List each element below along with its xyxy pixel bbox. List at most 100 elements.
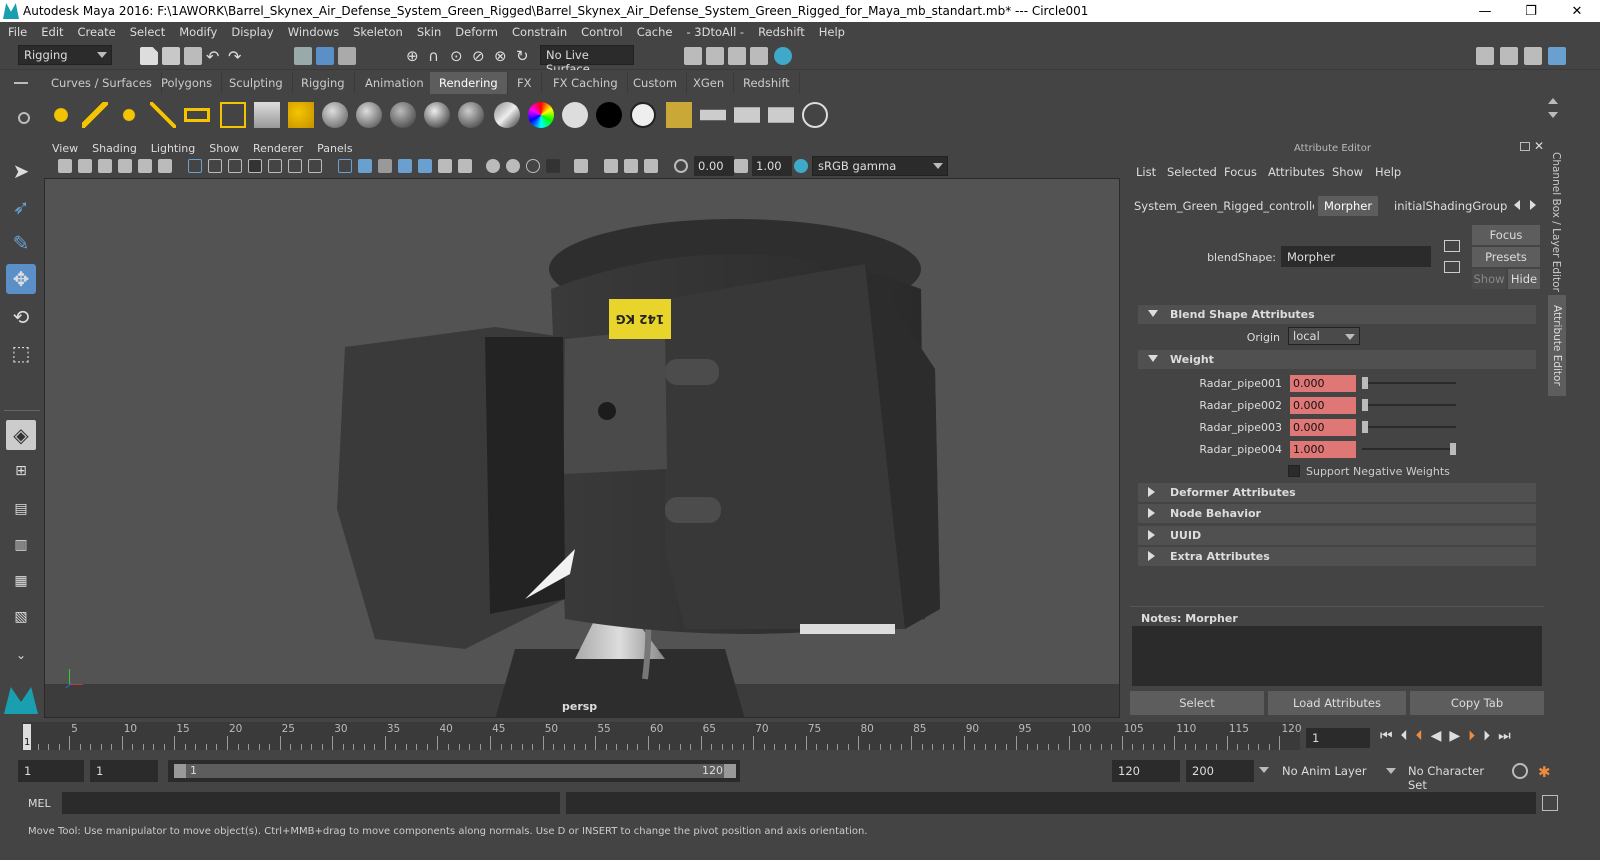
- workspace-icon[interactable]: [1476, 47, 1494, 65]
- lambert-material-icon[interactable]: [322, 102, 348, 128]
- notes-textarea[interactable]: [1132, 626, 1542, 686]
- shelf-tab-fx[interactable]: FX: [508, 72, 542, 94]
- ae-menu-show[interactable]: Show: [1332, 165, 1363, 179]
- select-object-icon[interactable]: [316, 47, 334, 65]
- wireframe-on-shaded-icon[interactable]: [378, 159, 392, 173]
- menu-select[interactable]: Select: [130, 25, 165, 39]
- range-start-handle[interactable]: [174, 764, 186, 778]
- menu-display[interactable]: Display: [231, 25, 273, 39]
- weight-slider-track[interactable]: [1362, 448, 1456, 450]
- menu-3dtoall[interactable]: - 3DtoAll -: [686, 25, 744, 39]
- weight-field[interactable]: 1.000: [1290, 441, 1356, 458]
- exposure-field[interactable]: 0.00: [694, 156, 734, 176]
- range-slider[interactable]: 1 120: [168, 760, 740, 782]
- select-camera-icon[interactable]: [58, 159, 72, 173]
- shelf-tab-fx-caching[interactable]: FX Caching: [544, 72, 628, 94]
- menu-create[interactable]: Create: [78, 25, 116, 39]
- shelf-tab-animation[interactable]: Animation: [356, 72, 434, 94]
- directional-light-icon[interactable]: [82, 102, 108, 128]
- render-settings-icon[interactable]: [750, 47, 768, 65]
- step-back-key-icon[interactable]: ⏴: [1416, 728, 1431, 744]
- shelf-tab-curves-surfaces[interactable]: Curves / Surfaces: [42, 72, 162, 94]
- field-chart-icon[interactable]: [268, 159, 282, 173]
- shading-map-icon[interactable]: [630, 102, 656, 128]
- area-light-icon[interactable]: [184, 108, 210, 122]
- view-transform-dropdown[interactable]: sRGB gamma: [812, 156, 948, 176]
- command-input[interactable]: [62, 792, 560, 814]
- go-to-end-icon[interactable]: ⏭: [1498, 728, 1519, 744]
- phonge-material-icon[interactable]: [424, 102, 450, 128]
- scale-tool-icon[interactable]: ⬚: [6, 338, 36, 368]
- persp-outliner-layout-icon[interactable]: ▤: [6, 494, 36, 524]
- layered-shader-icon[interactable]: [494, 102, 520, 128]
- tool-settings-toggle-icon[interactable]: [1548, 47, 1566, 65]
- rotate-tool-icon[interactable]: ⟲: [6, 302, 36, 332]
- anti-aliasing-icon[interactable]: [624, 159, 638, 173]
- phong-material-icon[interactable]: [390, 102, 416, 128]
- viewport-menu-view[interactable]: View: [52, 142, 78, 155]
- weight-slider-track[interactable]: [1362, 426, 1456, 428]
- isolate-select-icon[interactable]: [486, 159, 500, 173]
- 2d-pan-zoom-icon[interactable]: [138, 159, 152, 173]
- play-backwards-icon[interactable]: ◀: [1431, 728, 1450, 744]
- section-blend-shape-attributes[interactable]: Blend Shape Attributes: [1138, 305, 1536, 324]
- playback-end-field[interactable]: 120: [1112, 760, 1180, 782]
- section-extra-attributes[interactable]: Extra Attributes: [1138, 547, 1536, 566]
- camera-aim-icon[interactable]: [288, 102, 314, 128]
- ipr-render-icon[interactable]: [728, 47, 746, 65]
- ambient-occlusion-icon[interactable]: [458, 159, 472, 173]
- viewport-menu-show[interactable]: Show: [209, 142, 239, 155]
- render-layer-icon[interactable]: [666, 102, 692, 128]
- play-forwards-icon[interactable]: ▶: [1449, 728, 1468, 744]
- surface-shader-icon[interactable]: [562, 102, 588, 128]
- focus-button[interactable]: Focus: [1472, 225, 1540, 245]
- anisotropic-material-icon[interactable]: [458, 102, 484, 128]
- presets-button[interactable]: Presets: [1472, 247, 1540, 267]
- menu-help[interactable]: Help: [819, 25, 845, 39]
- weight-slider-thumb[interactable]: [1362, 377, 1368, 389]
- select-hierarchy-icon[interactable]: [294, 47, 312, 65]
- xray-components-icon[interactable]: [546, 159, 560, 173]
- point-light-icon[interactable]: [116, 102, 142, 128]
- ae-menu-focus[interactable]: Focus: [1224, 165, 1257, 179]
- chevron-down-icon[interactable]: [1259, 767, 1269, 773]
- image-plane-icon[interactable]: [118, 159, 132, 173]
- persp-graph-layout-icon[interactable]: ▥: [6, 530, 36, 560]
- weight-field[interactable]: 0.000: [1290, 397, 1356, 414]
- new-scene-icon[interactable]: [140, 47, 158, 65]
- shelf-menu-icon[interactable]: [14, 82, 28, 84]
- attribute-editor-toggle-icon[interactable]: [1524, 47, 1542, 65]
- menu-cache[interactable]: Cache: [637, 25, 673, 39]
- redo-icon[interactable]: ↷: [228, 47, 246, 66]
- minimize-button[interactable]: —: [1462, 0, 1508, 22]
- menu-modify[interactable]: Modify: [179, 25, 217, 39]
- menu-edit[interactable]: Edit: [41, 25, 63, 39]
- perspective-viewport[interactable]: 142 KG persp: [44, 178, 1120, 718]
- shelf-scroll-down-icon[interactable]: [1548, 112, 1558, 118]
- film-gate-icon[interactable]: [208, 159, 222, 173]
- ambient-light-icon[interactable]: [48, 102, 74, 128]
- wireframe-icon[interactable]: [338, 159, 352, 173]
- menu-constrain[interactable]: Constrain: [512, 25, 567, 39]
- paint-select-tool-icon[interactable]: ✎: [6, 228, 36, 258]
- channel-box-toggle-icon[interactable]: [1500, 47, 1518, 65]
- channel-box-tab[interactable]: Channel Box / Layer Editor: [1550, 152, 1562, 292]
- menu-file[interactable]: File: [8, 25, 27, 39]
- blinn-material-icon[interactable]: [356, 102, 382, 128]
- xray-icon[interactable]: [506, 159, 520, 173]
- snap-view-icon[interactable]: ⊘: [472, 47, 490, 65]
- smooth-shade-icon[interactable]: [358, 159, 372, 173]
- camera-icon[interactable]: [254, 102, 280, 128]
- section-weight[interactable]: Weight: [1138, 350, 1536, 369]
- save-scene-icon[interactable]: [184, 47, 202, 65]
- playback-start-field[interactable]: 1: [90, 760, 158, 782]
- render-frame-icon[interactable]: [706, 47, 724, 65]
- output-connection-icon[interactable]: [1444, 261, 1460, 273]
- shelf-tab-polygons[interactable]: Polygons: [152, 72, 223, 94]
- shelf-settings-gear-icon[interactable]: [18, 112, 30, 124]
- select-tool-icon[interactable]: ➤: [6, 156, 36, 186]
- safe-title-icon[interactable]: [308, 159, 322, 173]
- auto-key-icon[interactable]: [1512, 763, 1528, 779]
- snap-curve-icon[interactable]: ∩: [428, 47, 446, 65]
- gamma-field[interactable]: 1.00: [752, 156, 792, 176]
